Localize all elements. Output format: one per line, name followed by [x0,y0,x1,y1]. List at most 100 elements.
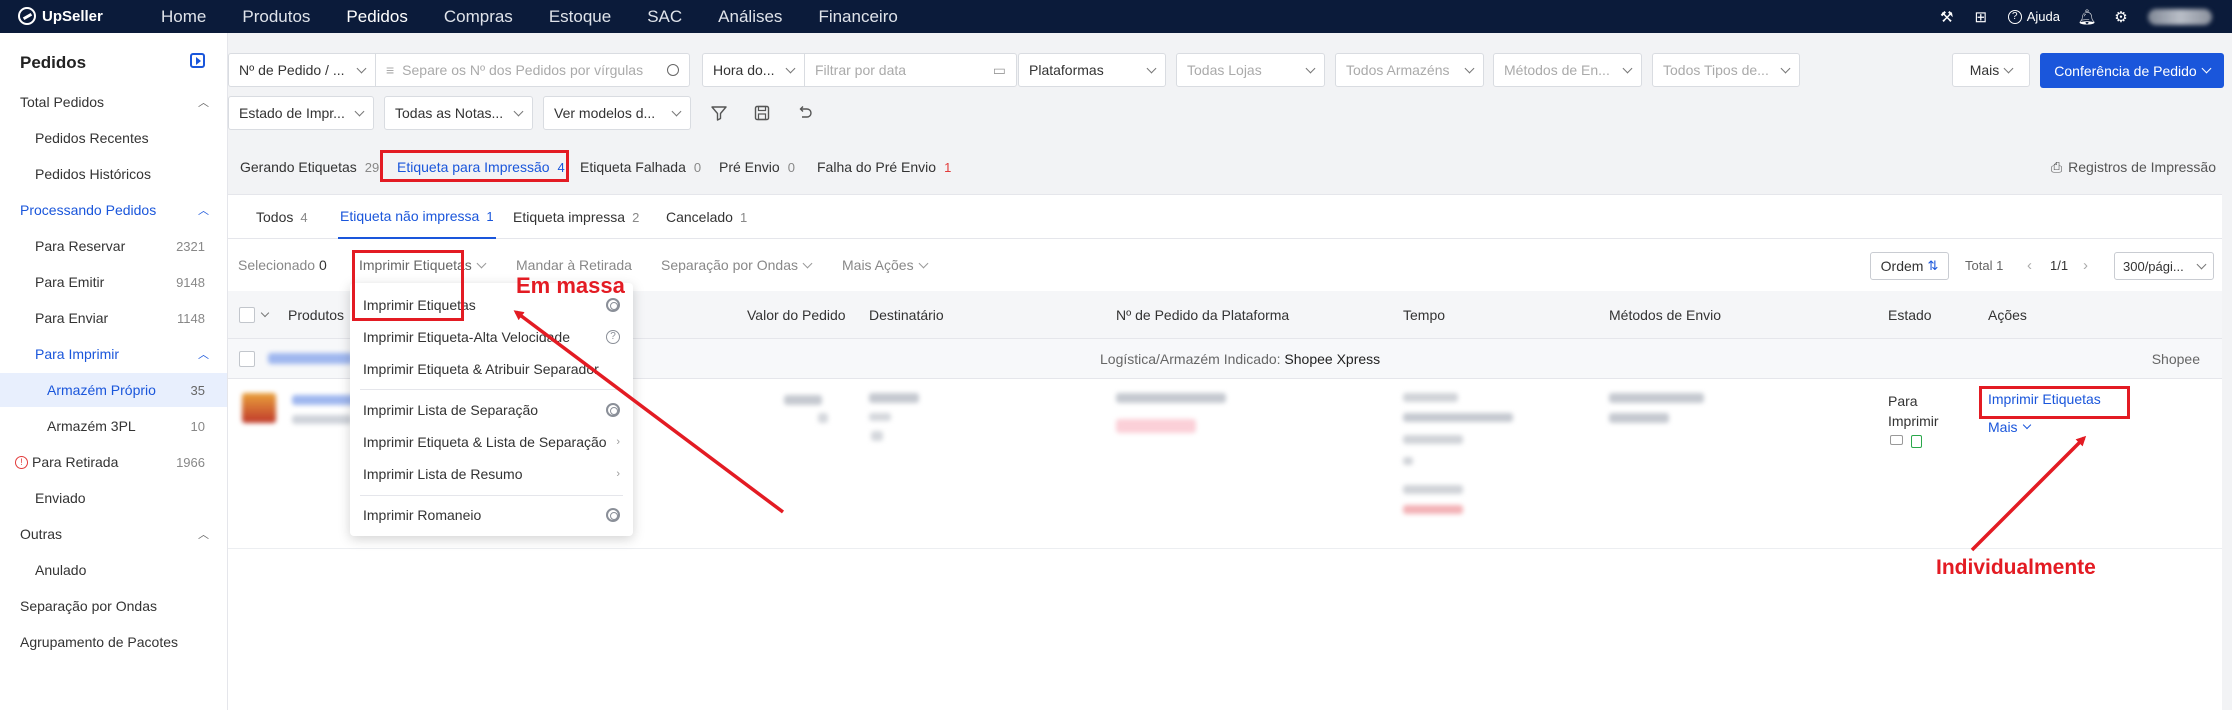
sidebar-collapse-icon[interactable] [190,53,205,68]
chevron-up-icon: ︿ [198,529,209,541]
help-icon: ? [2007,9,2022,24]
app-logo[interactable]: UpSeller [18,7,103,25]
help-link[interactable]: ? Ajuda [1998,9,2070,24]
sidebar-item-armazem-3pl[interactable]: Armazém 3PL 10 [0,409,227,443]
tab-gerando-etiquetas[interactable]: Gerando Etiquetas 29 [240,150,379,184]
nav-pedidos[interactable]: Pedidos [328,0,425,33]
list-icon: ≡ [386,62,395,78]
tools-icon[interactable]: ⚒ [1930,0,1964,33]
per-page-select[interactable]: 300/pági... [2114,252,2214,280]
wave-picking-dropdown[interactable]: Separação por Ondas [661,239,813,291]
menu-item-atribuir-separador[interactable]: Imprimir Etiqueta & Atribuir Separador [350,353,633,385]
warehouses-select[interactable]: Todos Armazéns [1335,53,1484,87]
chevron-right-icon: › [616,468,620,480]
tab-todos[interactable]: Todos 4 [256,195,308,239]
sidebar-item-para-emitir[interactable]: Para Emitir 9148 [0,265,227,299]
menu-item-alta-velocidade[interactable]: Imprimir Etiqueta-Alta Velocidade? [350,321,633,353]
prev-page-icon[interactable]: ‹ [2027,239,2032,291]
chevron-up-icon: ︿ [198,349,209,361]
help-label: Ajuda [2026,9,2060,24]
more-actions-dropdown[interactable]: Mais Ações [842,239,929,291]
annotation-em-massa: Em massa [516,273,625,298]
chevron-down-icon [1622,63,1633,73]
bell-icon[interactable]: 🔔︎ [2070,0,2104,33]
sort-button[interactable]: Ordem ⇅ [1870,252,1949,280]
nav-financeiro[interactable]: Financeiro [800,0,915,33]
chevron-down-icon [2196,259,2207,269]
sidebar-item-para-retirada[interactable]: ! Para Retirada 1966 [0,445,227,479]
nav-analises[interactable]: Análises [700,0,800,33]
tab-falha-pre-envio[interactable]: Falha do Pré Envio 1 [817,150,951,184]
calendar-icon: ▭ [992,61,1006,78]
more-actions-link[interactable]: Mais [1988,419,2031,435]
invoices-select[interactable]: Todas as Notas... [384,96,533,130]
sidebar-item-para-reservar[interactable]: Para Reservar 2321 [0,229,227,263]
gear-icon[interactable] [606,298,620,312]
sidebar-item-agrupamento-pacotes[interactable]: Agrupamento de Pacotes [0,625,227,659]
chevron-down-icon [1146,63,1157,73]
printer-icon: ⎙ [2050,158,2063,175]
platforms-select[interactable]: Plataformas [1018,53,1166,87]
save-icon[interactable] [749,100,775,126]
print-labels-link[interactable]: Imprimir Etiquetas [1988,391,2101,407]
sidebar-item-enviado[interactable]: Enviado [0,481,227,515]
annotation-individualmente: Individualmente [1936,556,2096,579]
nav-home[interactable]: Home [143,0,224,33]
apps-grid-icon[interactable]: ⊞ [1964,0,1998,33]
nav-sac[interactable]: SAC [629,0,700,33]
print-records-link[interactable]: ⎙ Registros de Impressão [2051,150,2216,184]
order-search-input[interactable]: ≡ Separe os Nº dos Pedidos por vírgulas [375,53,690,87]
order-number-type-select[interactable]: Nº de Pedido / ... [228,53,376,87]
chevron-down-icon [785,63,796,73]
menu-item-lista-resumo[interactable]: Imprimir Lista de Resumo › [350,458,633,490]
upseller-logo-icon [18,7,36,25]
filter-icon[interactable] [706,100,732,126]
date-filter-input[interactable]: Filtrar por data ▭ [804,53,1017,87]
more-filters-button[interactable]: Mais [1952,53,2030,87]
sidebar-item-anulado[interactable]: Anulado [0,553,227,587]
sidebar-item-armazem-proprio[interactable]: Armazém Próprio 35 [0,373,227,407]
sidebar-item-para-imprimir[interactable]: Para Imprimir ︿ [0,337,227,371]
shipping-methods-select[interactable]: Métodos de En... [1493,53,1642,87]
chevron-up-icon: ︿ [198,205,209,217]
sidebar-item-para-enviar[interactable]: Para Enviar 1148 [0,301,227,335]
chevron-down-icon [671,106,682,116]
tab-cancelado[interactable]: Cancelado 1 [666,195,747,239]
menu-item-lista-separacao[interactable]: Imprimir Lista de Separação [350,394,633,426]
print-status-select[interactable]: Estado de Impr... [228,96,374,130]
order-conference-button[interactable]: Conferência de Pedido [2040,53,2224,88]
nav-produtos[interactable]: Produtos [224,0,328,33]
sidebar-item-processando-pedidos[interactable]: Processando Pedidos ︿ [0,193,227,227]
tab-etiqueta-falhada[interactable]: Etiqueta Falhada 0 [580,150,701,184]
menu-item-romaneio[interactable]: Imprimir Romaneio [350,499,633,531]
gear-icon[interactable]: ⚙ [2104,0,2138,33]
col-destinatario: Destinatário [869,307,944,323]
tab-etiqueta-para-impressao[interactable]: Etiqueta para Impressão 4 [397,150,565,184]
tab-etiqueta-impressa[interactable]: Etiqueta impressa 2 [513,195,639,239]
stores-select[interactable]: Todas Lojas [1176,53,1325,87]
tab-etiqueta-nao-impressa[interactable]: Etiqueta não impressa 1 [338,195,496,239]
chevron-down-icon [802,258,813,268]
reset-icon[interactable] [792,100,818,126]
gear-icon[interactable] [606,403,620,417]
sidebar-item-pedidos-historicos[interactable]: Pedidos Históricos [0,157,227,191]
gear-icon[interactable] [606,508,620,522]
menu-item-etiqueta-lista-separacao[interactable]: Imprimir Etiqueta & Lista de Separação › [350,426,633,458]
search-icon[interactable] [667,64,679,76]
sidebar-item-total-pedidos[interactable]: Total Pedidos ︿ [0,85,227,119]
tab-pre-envio[interactable]: Pré Envio 0 [719,150,795,184]
time-type-select[interactable]: Hora do... [702,53,805,87]
user-avatar[interactable] [2148,8,2212,25]
group-checkbox[interactable] [239,351,255,370]
col-metodos-envio: Métodos de Envio [1609,307,1722,323]
sidebar-item-outras[interactable]: Outras ︿ [0,517,227,551]
models-select[interactable]: Ver modelos d... [543,96,691,130]
next-page-icon[interactable]: › [2083,239,2088,291]
select-all-checkbox[interactable] [239,291,270,339]
types-select[interactable]: Todos Tipos de... [1652,53,1800,87]
sidebar-item-pedidos-recentes[interactable]: Pedidos Recentes [0,121,227,155]
sidebar-item-separacao-ondas[interactable]: Separação por Ondas [0,589,227,623]
nav-compras[interactable]: Compras [426,0,531,33]
status-icons [1890,435,1922,448]
nav-estoque[interactable]: Estoque [531,0,629,33]
